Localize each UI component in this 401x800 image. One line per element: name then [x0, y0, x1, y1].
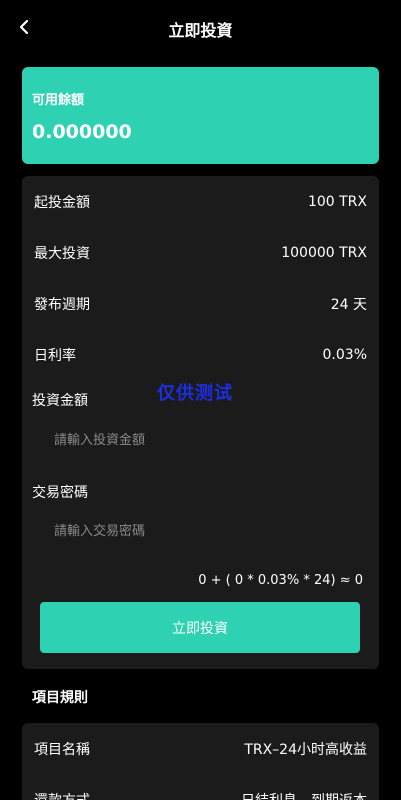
daily-rate-row: 日利率 0.03%: [34, 343, 367, 367]
rule-row: 項目名稱 TRX–24小时高收益: [34, 737, 367, 761]
max-invest-label: 最大投資: [34, 246, 90, 262]
daily-rate-value: 0.03%: [322, 347, 367, 363]
top-bar: 立即投資: [0, 0, 401, 56]
period-row: 發布週期 24 天: [34, 292, 367, 316]
balance-card: 可用餘額 0.000000: [22, 67, 379, 164]
amount-input[interactable]: [40, 425, 361, 455]
min-invest-value: 100 TRX: [307, 194, 367, 210]
rule-value: TRX–24小时高收益: [244, 742, 367, 758]
rule-row: 還款方式 日結利息，到期返本: [34, 788, 367, 800]
balance-value: 0.000000: [32, 121, 132, 143]
invest-now-button[interactable]: 立即投資: [40, 602, 360, 653]
password-label: 交易密碼: [32, 485, 88, 501]
profit-formula: 0 + ( 0 * 0.03% * 24) ≈ 0: [198, 573, 363, 588]
min-invest-row: 起投金額 100 TRX: [34, 190, 367, 214]
rule-value: 日結利息，到期返本: [241, 790, 367, 800]
min-invest-label: 起投金額: [34, 195, 90, 211]
period-value: 24 天: [330, 297, 367, 313]
rule-label: 還款方式: [34, 790, 90, 800]
investment-panel: 起投金額 100 TRX 最大投資 100000 TRX 發布週期 24 天 日…: [22, 176, 379, 669]
rules-panel: 項目名稱 TRX–24小时高收益 還款方式 日結利息，到期返本: [22, 723, 379, 800]
period-label: 發布週期: [34, 297, 90, 313]
rules-title: 項目規則: [32, 690, 88, 706]
daily-rate-label: 日利率: [34, 348, 76, 364]
rule-label: 項目名稱: [34, 742, 90, 758]
amount-label: 投資金額: [32, 393, 88, 409]
balance-label: 可用餘額: [32, 93, 85, 108]
watermark: 仅供测试: [157, 383, 233, 404]
max-invest-value: 100000 TRX: [281, 245, 367, 261]
max-invest-row: 最大投資 100000 TRX: [34, 241, 367, 265]
page-title: 立即投資: [168, 21, 233, 40]
password-input[interactable]: [40, 516, 361, 546]
